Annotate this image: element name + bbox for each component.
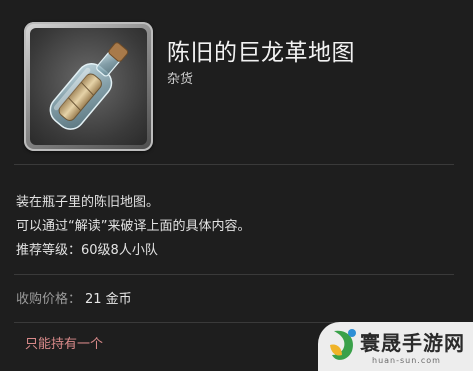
- sell-price-label: 收购价格：: [16, 292, 82, 307]
- watermark: 寰晟手游网 huan-sun.com: [318, 322, 473, 371]
- item-category: 杂货: [167, 72, 194, 87]
- watermark-url: huan-sun.com: [372, 356, 441, 365]
- item-name: 陈旧的巨龙革地图: [167, 40, 355, 66]
- item-icon-frame: [24, 22, 153, 151]
- divider-top: [14, 164, 454, 165]
- divider-middle: [14, 274, 454, 275]
- description-line: 可以通过“解读”来破译上面的具体内容。: [16, 219, 251, 234]
- description-line: 装在瓶子里的陈旧地图。: [16, 195, 160, 210]
- sell-price-value: 21 金币: [85, 292, 132, 307]
- item-tooltip: 陈旧的巨龙革地图 杂货 装在瓶子里的陈旧地图。 可以通过“解读”来破译上面的具体…: [0, 0, 473, 371]
- unique-restriction: 只能持有一个: [25, 337, 104, 352]
- leaf-logo-icon: [326, 325, 362, 367]
- watermark-text: 寰晟手游网: [360, 331, 465, 355]
- message-in-bottle-icon: [30, 28, 147, 145]
- description-line: 推荐等级：60级8人小队: [16, 243, 158, 258]
